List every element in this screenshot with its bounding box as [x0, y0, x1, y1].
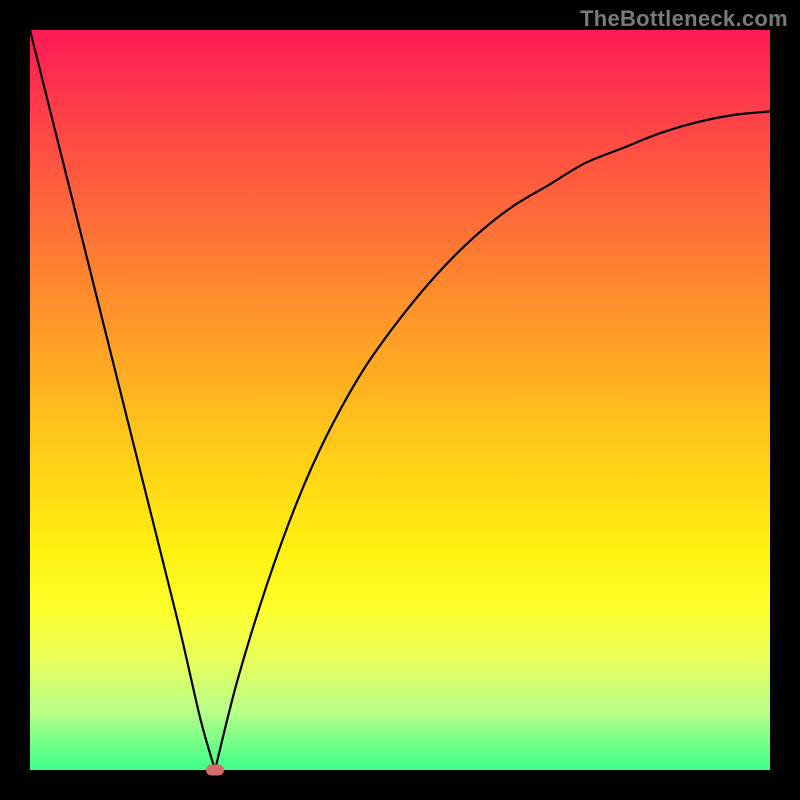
chart-frame: TheBottleneck.com: [0, 0, 800, 800]
watermark-text: TheBottleneck.com: [580, 6, 788, 32]
chart-background-gradient: [30, 30, 770, 770]
